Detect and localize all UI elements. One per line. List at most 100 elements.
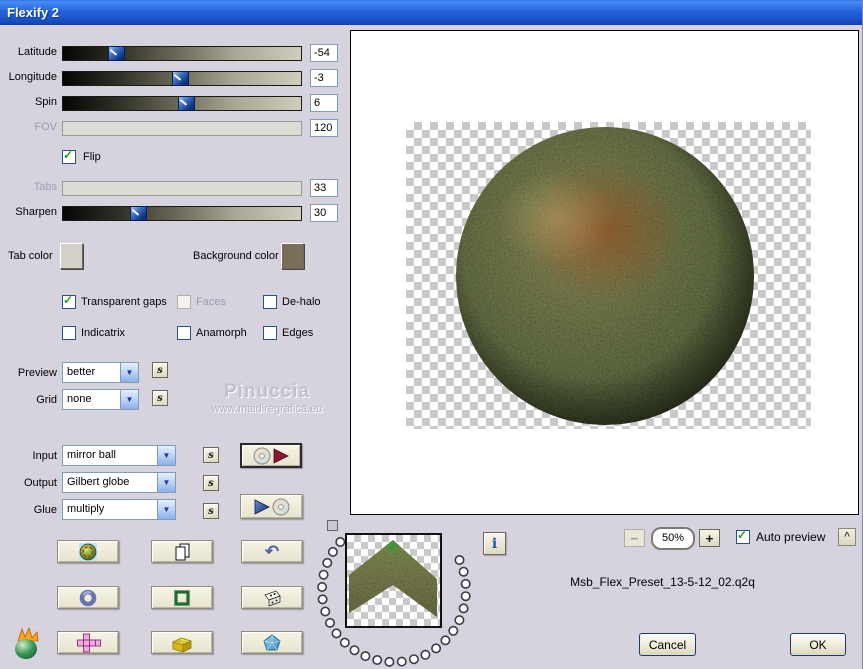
preset-dial-dot[interactable]	[448, 625, 459, 636]
glue-dropdown[interactable]: multiply ▼	[62, 499, 176, 520]
input-dropdown[interactable]: mirror ball ▼	[62, 445, 176, 466]
spin-slider[interactable]	[62, 96, 302, 111]
de-halo-label: De-halo	[282, 296, 321, 308]
brick-button[interactable]	[151, 631, 213, 654]
longitude-slider[interactable]	[62, 71, 302, 86]
preset-dial-dot[interactable]	[322, 557, 333, 568]
title-bar[interactable]: Flexify 2	[0, 0, 862, 25]
cancel-button[interactable]: Cancel	[639, 633, 696, 656]
fov-value[interactable]: 120	[310, 119, 338, 137]
preset-dial-dot[interactable]	[317, 594, 328, 605]
anamorph-checkbox[interactable]	[177, 326, 191, 340]
latitude-value[interactable]: -54	[310, 44, 338, 62]
indicatrix-label: Indicatrix	[81, 327, 126, 339]
background-color-label: Background color	[193, 250, 279, 262]
latitude-slider-thumb[interactable]	[108, 46, 125, 61]
longitude-slider-thumb[interactable]	[172, 71, 189, 86]
tabs-value[interactable]: 33	[310, 179, 338, 197]
zoom-out-button[interactable]: −	[624, 529, 645, 547]
preset-dial-dot[interactable]	[458, 603, 469, 614]
zoom-in-button[interactable]: +	[699, 529, 720, 547]
preview-dropdown[interactable]: better ▼	[62, 362, 139, 383]
faces-checkbox	[177, 295, 191, 309]
preset-dial-dot[interactable]	[349, 645, 360, 656]
glue-s-button[interactable]: s	[203, 503, 219, 519]
preview-s-button[interactable]: s	[152, 362, 168, 378]
chevron-down-icon[interactable]: ▼	[157, 446, 175, 465]
ring-icon	[79, 589, 97, 606]
cube-net-icon	[77, 633, 101, 652]
caret-button[interactable]: ^	[838, 528, 856, 546]
info-button[interactable]: i	[483, 532, 506, 555]
edges-checkbox[interactable]	[263, 326, 277, 340]
preset-dial-dot[interactable]	[320, 606, 331, 617]
cube-net-button[interactable]	[57, 631, 119, 654]
preset-dial-dot[interactable]	[360, 651, 371, 662]
preset-dial-dot[interactable]	[331, 628, 342, 639]
polyhedron-button[interactable]	[241, 631, 303, 654]
cd-play-icon	[253, 447, 289, 464]
preview-canvas[interactable]	[350, 30, 859, 515]
preset-dial-dot[interactable]	[325, 617, 335, 628]
ok-button[interactable]: OK	[790, 633, 846, 656]
grid-s-button[interactable]: s	[152, 390, 168, 406]
preset-dial-dot[interactable]	[420, 649, 431, 660]
transparent-gaps-checkbox[interactable]	[62, 295, 76, 309]
preview-label: Preview	[17, 367, 57, 379]
preset-dial-dot[interactable]	[460, 591, 471, 602]
chevron-down-icon[interactable]: ▼	[157, 473, 175, 492]
preset-dial-dot[interactable]	[327, 546, 338, 557]
sharpen-value[interactable]: 30	[310, 204, 338, 222]
window-title: Flexify 2	[7, 5, 60, 20]
preset-dial-dot[interactable]	[460, 578, 471, 589]
chevron-down-icon[interactable]: ▼	[120, 390, 138, 409]
output-s-button[interactable]: s	[203, 475, 219, 491]
background-color-swatch[interactable]	[281, 243, 304, 269]
input-s-button[interactable]: s	[203, 447, 219, 463]
preset-dial-dot[interactable]	[372, 655, 383, 666]
planet-button[interactable]	[57, 540, 119, 563]
flip-checkbox[interactable]	[62, 150, 76, 164]
edges-label: Edges	[282, 327, 314, 339]
preset-dial-dot[interactable]	[396, 656, 407, 667]
spin-slider-thumb[interactable]	[178, 96, 195, 111]
longitude-value[interactable]: -3	[310, 69, 338, 87]
sharpen-slider-thumb[interactable]	[130, 206, 147, 221]
chevron-down-icon[interactable]: ▼	[120, 363, 138, 382]
copy-button[interactable]	[151, 540, 213, 563]
grid-dropdown[interactable]: none ▼	[62, 389, 139, 410]
glue-label: Glue	[33, 504, 57, 516]
preset-dial-dot[interactable]	[408, 654, 419, 665]
random-button[interactable]	[241, 586, 303, 609]
auto-preview-checkbox[interactable]	[736, 530, 750, 544]
preset-thumbnail[interactable]	[345, 533, 442, 628]
preset-dial-dot[interactable]	[384, 656, 395, 667]
tab-color-label: Tab color	[8, 250, 53, 262]
planet-icon	[79, 542, 97, 561]
preset-dial-dot[interactable]	[440, 635, 451, 646]
preset-dial-dot[interactable]	[335, 536, 346, 547]
de-halo-checkbox[interactable]	[263, 295, 277, 309]
chevron-down-icon[interactable]: ▼	[157, 500, 175, 519]
preset-dial-dot[interactable]	[454, 554, 465, 565]
sharpen-slider[interactable]	[62, 206, 302, 221]
latitude-slider[interactable]	[62, 46, 302, 61]
undo-button[interactable]: ↶	[241, 540, 303, 563]
preset-dial-dot[interactable]	[454, 615, 465, 626]
fov-label: FOV	[34, 121, 57, 133]
indicatrix-checkbox[interactable]	[62, 326, 76, 340]
preset-dial-dot[interactable]	[339, 637, 350, 648]
load-settings-button[interactable]	[240, 443, 302, 468]
tab-color-swatch[interactable]	[60, 243, 83, 269]
spin-value[interactable]: 6	[310, 94, 338, 112]
flip-label: Flip	[83, 151, 101, 163]
save-settings-button[interactable]	[240, 494, 303, 519]
preset-dial-dot[interactable]	[317, 582, 328, 593]
fov-slider	[62, 121, 302, 136]
preset-dial-dot[interactable]	[318, 569, 329, 580]
output-dropdown[interactable]: Gilbert globe ▼	[62, 472, 176, 493]
preset-dial-dot[interactable]	[431, 643, 442, 654]
preset-dial-dot[interactable]	[458, 566, 469, 577]
ring-button[interactable]	[57, 586, 119, 609]
frame-button[interactable]	[151, 586, 213, 609]
